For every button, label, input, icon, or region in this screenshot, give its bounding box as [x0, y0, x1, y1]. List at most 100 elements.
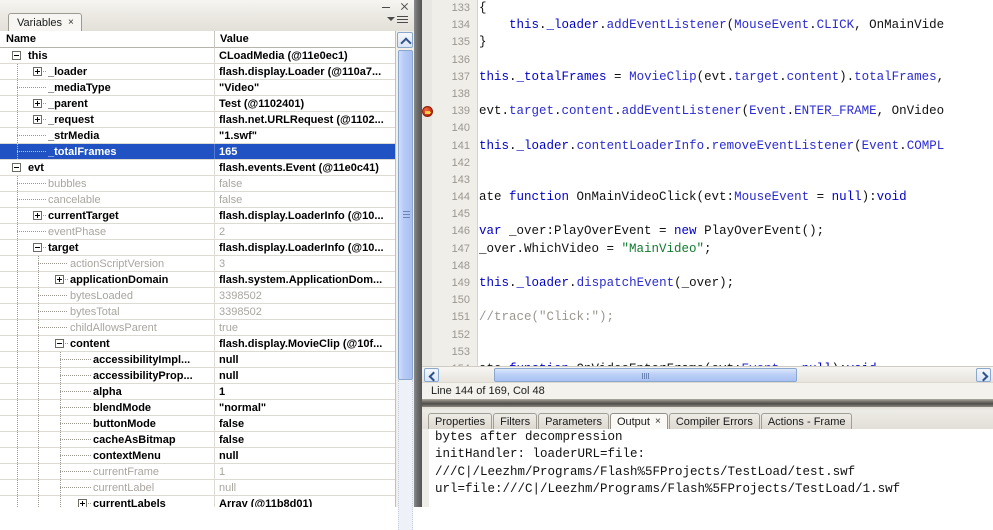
table-row[interactable]: _request flash.net.URLRequest (@1102... [0, 112, 395, 128]
table-row[interactable]: childAllowsParent true [0, 320, 395, 336]
variable-name-cell[interactable]: currentFrame [93, 465, 212, 479]
variable-name-cell[interactable]: contextMenu [93, 449, 212, 463]
expand-node-icon[interactable] [33, 67, 42, 76]
tab-filters[interactable]: Filters [493, 413, 538, 429]
table-row[interactable]: bytesLoaded 3398502 [0, 288, 395, 304]
variable-name-cell[interactable]: buttonMode [93, 417, 212, 431]
line-number[interactable]: 144 [432, 189, 477, 206]
column-divider[interactable] [214, 31, 215, 48]
variable-value-cell[interactable]: 1 [219, 385, 391, 399]
tab-parameters[interactable]: Parameters [538, 413, 609, 429]
code-line[interactable] [479, 206, 993, 223]
scroll-left-arrow-icon[interactable] [424, 368, 439, 382]
variable-value-cell[interactable]: false [219, 433, 391, 447]
table-row[interactable]: evt flash.events.Event (@11e0c41) [0, 160, 395, 176]
variable-name-cell[interactable]: this [28, 49, 212, 63]
line-number[interactable]: 134 [432, 17, 477, 34]
line-number[interactable]: 146 [432, 223, 477, 240]
variable-value-cell[interactable]: flash.system.ApplicationDom... [219, 273, 391, 287]
expand-node-icon[interactable] [33, 211, 42, 220]
variable-value-cell[interactable]: "1.swf" [219, 129, 391, 143]
panel-options-menu-icon[interactable] [387, 13, 409, 29]
tab-compiler-errors[interactable]: Compiler Errors [668, 413, 760, 429]
line-number[interactable]: 153 [432, 344, 477, 361]
table-row[interactable]: alpha 1 [0, 384, 395, 400]
table-row[interactable]: contextMenu null [0, 448, 395, 464]
variable-name-cell[interactable]: content [70, 337, 212, 351]
code-line[interactable]: } [479, 34, 993, 51]
variable-name-cell[interactable]: _loader [48, 65, 212, 79]
code-line[interactable] [479, 344, 993, 361]
variable-name-cell[interactable]: eventPhase [48, 225, 212, 239]
table-row[interactable]: target flash.display.LoaderInfo (@10... [0, 240, 395, 256]
variable-name-cell[interactable]: target [48, 241, 212, 255]
tab-properties[interactable]: Properties [428, 413, 493, 429]
tab-actions-frame[interactable]: Actions - Frame [760, 413, 853, 429]
collapse-node-icon[interactable] [12, 51, 21, 60]
variable-name-cell[interactable]: _parent [48, 97, 212, 111]
code-line[interactable] [479, 327, 993, 344]
table-row[interactable]: cancelable false [0, 192, 395, 208]
line-number-gutter[interactable]: 133 134 135 136 137 138 139 140 141 142 143 144 145 1… [422, 0, 478, 375]
variable-value-cell[interactable]: false [219, 177, 391, 191]
variable-value-cell[interactable]: 3398502 [219, 305, 391, 319]
variable-value-cell[interactable]: null [219, 449, 391, 463]
line-number[interactable]: 149 [432, 275, 477, 292]
variable-value-cell[interactable]: false [219, 417, 391, 431]
scroll-up-arrow-icon[interactable] [397, 32, 413, 48]
line-number[interactable]: 150 [432, 292, 477, 309]
table-row[interactable]: cacheAsBitmap false [0, 432, 395, 448]
variable-value-cell[interactable]: false [219, 193, 391, 207]
variable-name-cell[interactable]: bytesLoaded [70, 289, 212, 303]
variable-value-cell[interactable]: "normal" [219, 401, 391, 415]
variable-name-cell[interactable]: cancelable [48, 193, 212, 207]
table-row[interactable]: eventPhase 2 [0, 224, 395, 240]
table-row[interactable]: this CLoadMedia (@11e0ec1) [0, 48, 395, 64]
line-number[interactable]: 138 [432, 86, 477, 103]
line-number[interactable]: 133 [432, 0, 477, 17]
table-row[interactable]: _strMedia "1.swf" [0, 128, 395, 144]
editor-horizontal-scrollbar[interactable] [422, 366, 993, 382]
variable-name-cell[interactable]: currentTarget [48, 209, 212, 223]
variable-value-cell[interactable]: true [219, 321, 391, 335]
code-line[interactable]: this._loader.contentLoaderInfo.removeEve… [479, 138, 993, 155]
collapse-node-icon[interactable] [33, 243, 42, 252]
code-line[interactable]: { [479, 0, 993, 17]
table-row[interactable]: currentLabels Array (@11b8d01) [0, 496, 395, 507]
code-line[interactable]: this._loader.dispatchEvent(_over); [479, 275, 993, 292]
variable-name-cell[interactable]: alpha [93, 385, 212, 399]
code-line[interactable] [479, 86, 993, 103]
line-number[interactable]: 143 [432, 172, 477, 189]
code-line[interactable] [479, 258, 993, 275]
table-row[interactable]: content flash.display.MovieClip (@10f... [0, 336, 395, 352]
variable-name-cell[interactable]: blendMode [93, 401, 212, 415]
code-line[interactable]: //trace("Click:"); [479, 309, 993, 326]
table-row[interactable]: currentFrame 1 [0, 464, 395, 480]
variable-name-cell[interactable]: childAllowsParent [70, 321, 212, 335]
variable-name-cell[interactable]: _strMedia [48, 129, 212, 143]
line-number[interactable]: 141 [432, 138, 477, 155]
variable-name-cell[interactable]: evt [28, 161, 212, 175]
line-number[interactable]: 142 [432, 155, 477, 172]
table-row[interactable]: accessibilityImpl... null [0, 352, 395, 368]
table-row[interactable]: blendMode "normal" [0, 400, 395, 416]
variable-value-cell[interactable]: 1 [219, 465, 391, 479]
table-row[interactable]: bubbles false [0, 176, 395, 192]
line-number[interactable]: 151 [432, 309, 477, 326]
variable-name-cell[interactable]: accessibilityImpl... [93, 353, 212, 367]
variable-value-cell[interactable]: "Video" [219, 81, 391, 95]
line-number[interactable]: 148 [432, 258, 477, 275]
line-number[interactable]: 136 [432, 52, 477, 69]
code-line[interactable]: evt.target.content.addEventListener(Even… [479, 103, 993, 120]
code-line[interactable]: this._totalFrames = MovieClip(evt.target… [479, 69, 993, 86]
variable-value-cell[interactable]: Array (@11b8d01) [219, 497, 391, 507]
variable-name-cell[interactable]: cacheAsBitmap [93, 433, 212, 447]
variable-value-cell[interactable]: null [219, 481, 391, 495]
variable-value-cell[interactable]: 165 [219, 145, 391, 159]
table-row[interactable]: currentLabel null [0, 480, 395, 496]
variable-name-cell[interactable]: bubbles [48, 177, 212, 191]
table-row[interactable]: accessibilityProp... null [0, 368, 395, 384]
variable-value-cell[interactable]: flash.display.MovieClip (@10f... [219, 337, 391, 351]
scroll-right-arrow-icon[interactable] [976, 368, 991, 382]
breakpoint-icon[interactable] [422, 106, 433, 118]
